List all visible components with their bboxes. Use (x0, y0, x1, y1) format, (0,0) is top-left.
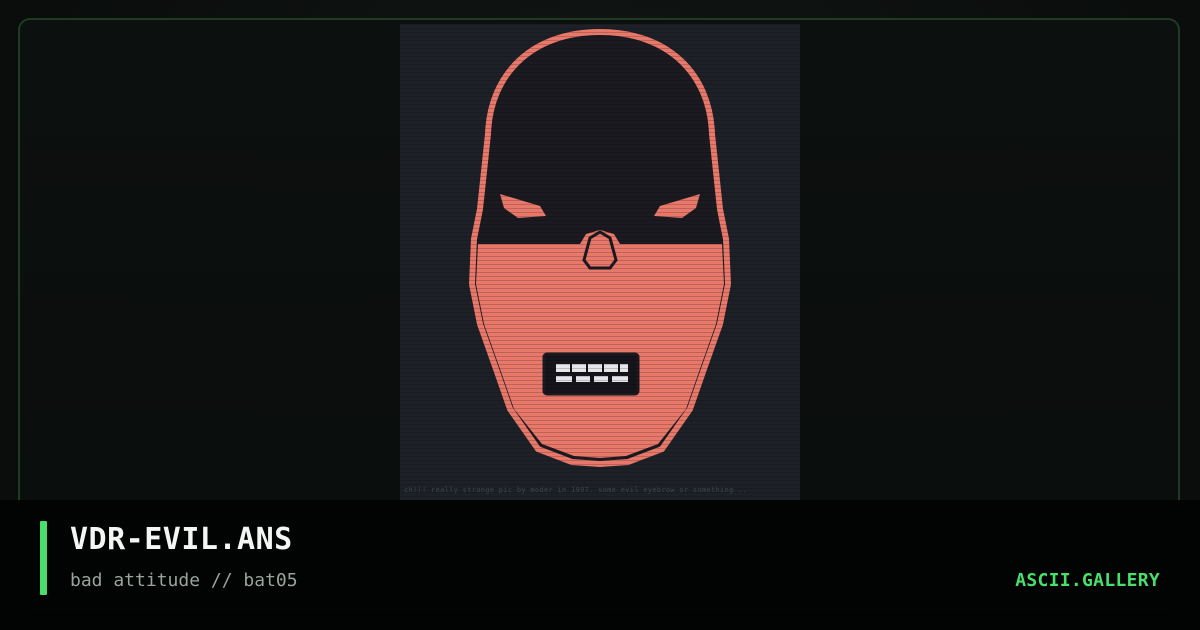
accent-bar (40, 521, 47, 595)
teeth-top (556, 364, 628, 372)
teeth-gaps-top-3 (602, 364, 604, 372)
artwork-image (468, 28, 732, 468)
nose (582, 230, 618, 270)
mouth (542, 352, 640, 396)
teeth-gaps-bottom-3 (608, 376, 612, 382)
teeth-gaps-bottom-2 (590, 376, 594, 382)
teeth-gaps-bottom-1 (572, 376, 576, 382)
teeth-gaps-top-4 (618, 364, 620, 372)
info-bar (0, 500, 1200, 630)
teeth-gaps-top-1 (570, 364, 572, 372)
artwork-subtitle: bad attitude // bat05 (70, 570, 298, 591)
artwork-caption: ch!!! really strange pic by moder in 199… (404, 486, 748, 494)
artwork-title: VDR-EVIL.ANS (70, 522, 293, 557)
teeth-gaps-top-2 (586, 364, 588, 372)
page: ch!!! really strange pic by moder in 199… (0, 0, 1200, 630)
artwork-panel: ch!!! really strange pic by moder in 199… (400, 24, 800, 500)
brand-link[interactable]: ASCII.GALLERY (1015, 569, 1160, 593)
